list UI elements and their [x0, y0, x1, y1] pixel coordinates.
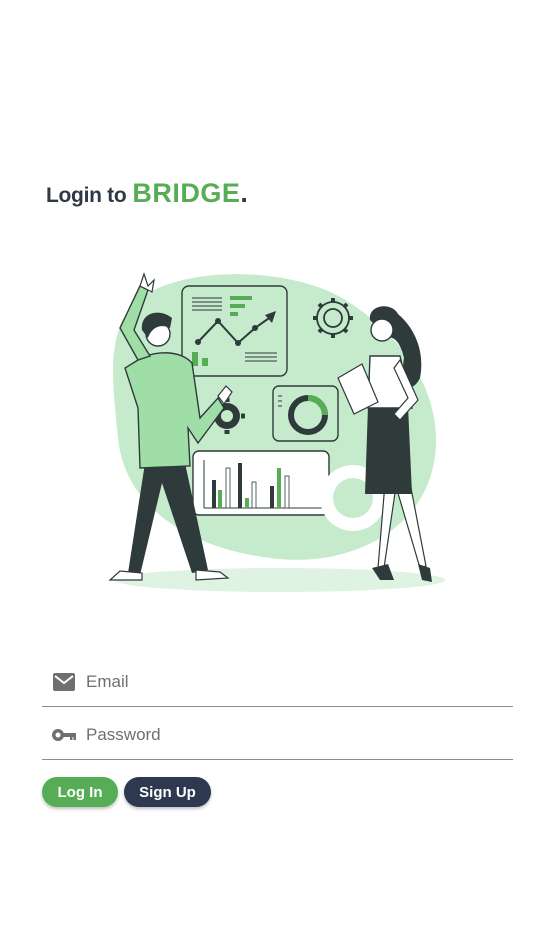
- key-icon: [42, 727, 86, 743]
- brand-name: BRIDGE: [132, 178, 241, 208]
- email-field: [42, 658, 513, 707]
- login-button[interactable]: Log In: [42, 777, 118, 807]
- email-input[interactable]: [86, 667, 513, 697]
- password-field: [42, 711, 513, 760]
- bar-chart-panel: [192, 450, 330, 516]
- analytics-illustration: [108, 272, 445, 592]
- page-title: Login to BRIDGE .: [46, 178, 248, 218]
- signup-button[interactable]: Sign Up: [124, 777, 211, 807]
- title-prefix: Login to: [46, 184, 127, 207]
- envelope-icon: [42, 672, 86, 692]
- ground-shadow: [115, 568, 445, 592]
- password-input[interactable]: [86, 720, 513, 750]
- brand-dot: .: [240, 178, 248, 208]
